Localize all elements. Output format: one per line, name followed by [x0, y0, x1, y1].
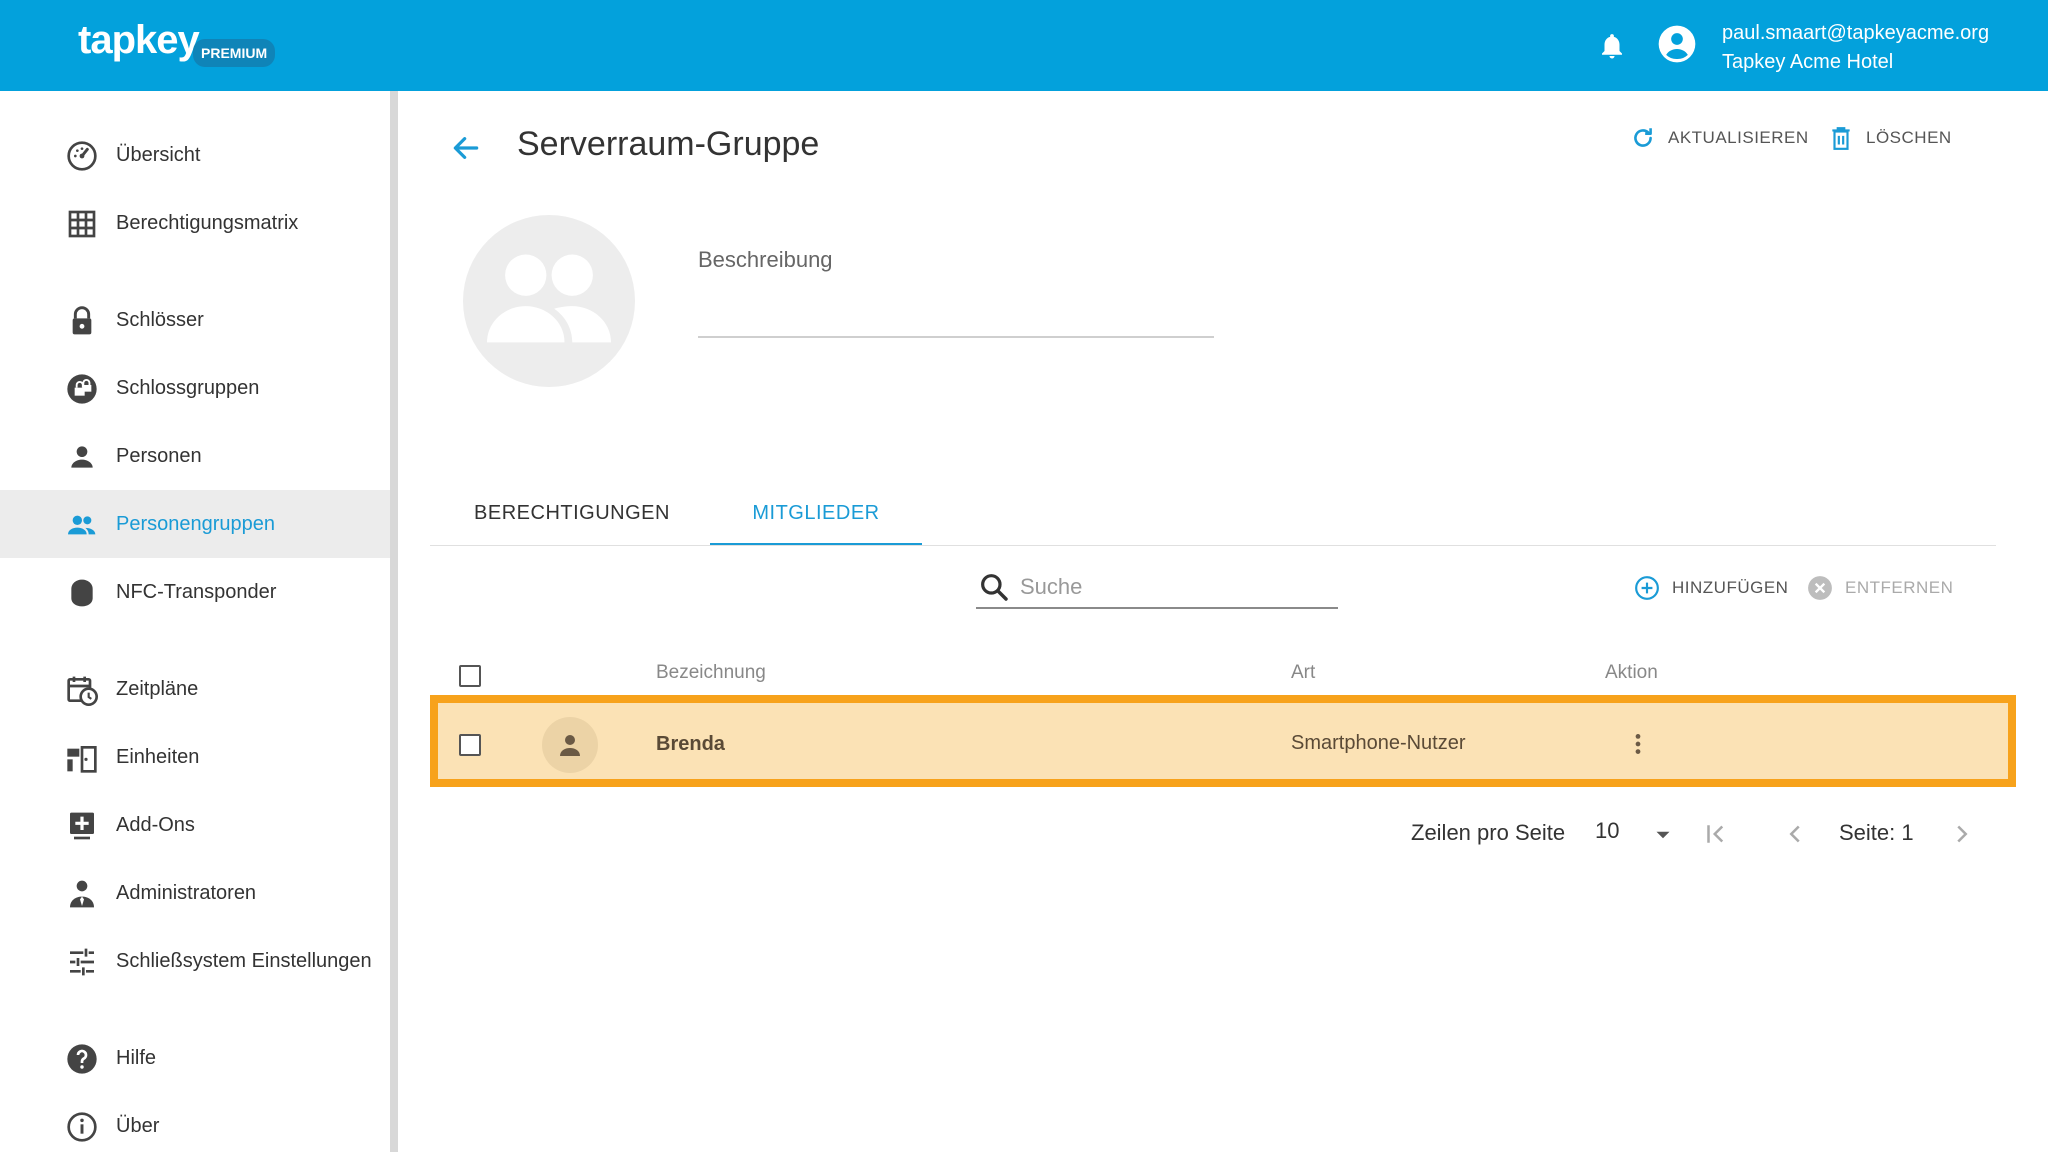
- dashboard-icon: [67, 141, 97, 171]
- sidebar-item-locking-system-settings[interactable]: Schließsystem Einstellungen: [0, 927, 390, 995]
- sidebar-item-about[interactable]: Über: [0, 1092, 390, 1160]
- tabs-divider: [430, 545, 1996, 546]
- grid-icon: [68, 210, 96, 238]
- sidebar-item-person-groups[interactable]: Personengruppen: [0, 490, 390, 558]
- sidebar-item-label: Über: [116, 1114, 160, 1137]
- sidebar-item-help[interactable]: Hilfe: [0, 1024, 390, 1092]
- person-icon: [71, 446, 93, 468]
- rows-per-page-label: Zeilen pro Seite: [1411, 820, 1566, 845]
- help-icon: [67, 1044, 97, 1074]
- sidebar-item-persons[interactable]: Personen: [0, 422, 390, 490]
- app-header: tapkey PREMIUM paul.smaart@tapkeyacme.or…: [0, 0, 2048, 91]
- unit-icon: [67, 746, 97, 773]
- group-icon: [487, 254, 611, 343]
- description-input[interactable]: [698, 336, 1214, 338]
- row-type: Smartphone-Nutzer: [1291, 732, 1466, 754]
- trash-icon: [1832, 127, 1850, 150]
- sidebar-item-label: Schlösser: [116, 308, 204, 331]
- sidebar-item-add-ons[interactable]: Add-Ons: [0, 791, 390, 859]
- add-circle-icon: [1635, 576, 1659, 600]
- sidebar-item-label: Schlossgruppen: [116, 376, 260, 399]
- search-underline: [976, 607, 1338, 609]
- account-circle-icon[interactable]: [1657, 24, 1697, 64]
- row-checkbox[interactable]: [459, 734, 481, 756]
- sidebar-item-label: Add-Ons: [116, 813, 195, 836]
- sidebar-item-units[interactable]: Einheiten: [0, 723, 390, 791]
- column-header-type[interactable]: Art: [1291, 662, 1315, 684]
- sidebar-item-lock-groups[interactable]: Schlossgruppen: [0, 354, 390, 422]
- cancel-circle-icon: [1808, 576, 1832, 600]
- tapkey-logo[interactable]: tapkey: [78, 18, 200, 63]
- transponder-icon: [71, 579, 93, 607]
- refresh-button[interactable]: AKTUALISIEREN: [1630, 124, 1809, 152]
- first-page-icon[interactable]: [1701, 819, 1731, 849]
- avatar: [542, 717, 598, 773]
- remove-member-button[interactable]: ENTFERNEN: [1807, 574, 1953, 602]
- dropdown-arrow-icon[interactable]: [1650, 822, 1676, 848]
- remove-member-label: ENTFERNEN: [1845, 578, 1954, 597]
- calendar-clock-icon: [67, 676, 98, 706]
- lock-group-icon: [67, 374, 97, 404]
- admin-icon: [70, 880, 94, 908]
- refresh-label: AKTUALISIEREN: [1668, 128, 1809, 147]
- sidebar-item-label: Administratoren: [116, 881, 257, 904]
- add-member-label: HINZUFÜGEN: [1672, 578, 1789, 597]
- sidebar-item-locks[interactable]: Schlösser: [0, 286, 390, 354]
- search-icon: [981, 574, 1008, 601]
- tab-members[interactable]: MITGLIEDER: [710, 480, 922, 546]
- column-header-name[interactable]: Bezeichnung: [656, 662, 766, 684]
- group-avatar: [463, 215, 635, 387]
- next-page-icon[interactable]: [1947, 819, 1977, 849]
- sidebar: Übersicht Berechtigungsmatrix Schlösser …: [0, 91, 390, 1152]
- tab-permissions[interactable]: BERECHTIGUNGEN: [452, 480, 692, 546]
- sidebar-item-label: Übersicht: [116, 143, 201, 166]
- sidebar-item-label: Hilfe: [116, 1046, 157, 1069]
- refresh-icon: [1634, 128, 1652, 147]
- info-icon: [67, 1112, 97, 1142]
- add-on-icon: [70, 812, 94, 840]
- premium-badge: PREMIUM: [193, 39, 276, 67]
- tune-icon: [70, 948, 94, 976]
- more-vert-icon[interactable]: [1625, 729, 1651, 759]
- sidebar-item-label: Personengruppen: [116, 512, 276, 535]
- add-member-button[interactable]: HINZUFÜGEN: [1634, 574, 1788, 602]
- sidebar-item-overview[interactable]: Übersicht: [0, 121, 390, 189]
- sidebar-item-label: Berechtigungsmatrix: [116, 211, 299, 234]
- column-header-action: Aktion: [1605, 662, 1658, 683]
- sidebar-item-schedules[interactable]: Zeitpläne: [0, 655, 390, 723]
- description-label: Beschreibung: [698, 247, 833, 272]
- back-arrow-icon[interactable]: [450, 132, 482, 164]
- search-input[interactable]: [1020, 568, 1338, 606]
- delete-button[interactable]: LÖSCHEN: [1828, 124, 1952, 152]
- person-icon: [560, 735, 580, 756]
- rows-per-page-select[interactable]: 10: [1595, 818, 1619, 844]
- user-organization[interactable]: Tapkey Acme Hotel: [1722, 51, 1893, 74]
- previous-page-icon[interactable]: [1780, 819, 1810, 849]
- sidebar-item-label: Personen: [116, 444, 202, 467]
- lock-icon: [72, 306, 92, 335]
- sidebar-item-administrators[interactable]: Administratoren: [0, 859, 390, 927]
- bell-icon[interactable]: [1597, 30, 1627, 62]
- people-icon: [68, 515, 96, 535]
- row-name[interactable]: Brenda: [656, 733, 725, 756]
- select-all-checkbox[interactable]: [459, 665, 481, 687]
- sidebar-item-label: Zeitpläne: [116, 677, 199, 700]
- sidebar-item-nfc-transponder[interactable]: NFC-Transponder: [0, 558, 390, 626]
- page-indicator: Seite: 1: [1839, 820, 1914, 845]
- delete-label: LÖSCHEN: [1866, 128, 1952, 147]
- page-title: Serverraum-Gruppe: [517, 125, 820, 163]
- sidebar-divider: [390, 91, 398, 1152]
- sidebar-item-label: NFC-Transponder: [116, 580, 277, 603]
- sidebar-item-label: Einheiten: [116, 745, 200, 768]
- sidebar-item-permission-matrix[interactable]: Berechtigungsmatrix: [0, 189, 390, 257]
- user-email[interactable]: paul.smaart@tapkeyacme.org: [1722, 22, 1989, 45]
- sidebar-item-label: Schließsystem Einstellungen: [116, 949, 372, 972]
